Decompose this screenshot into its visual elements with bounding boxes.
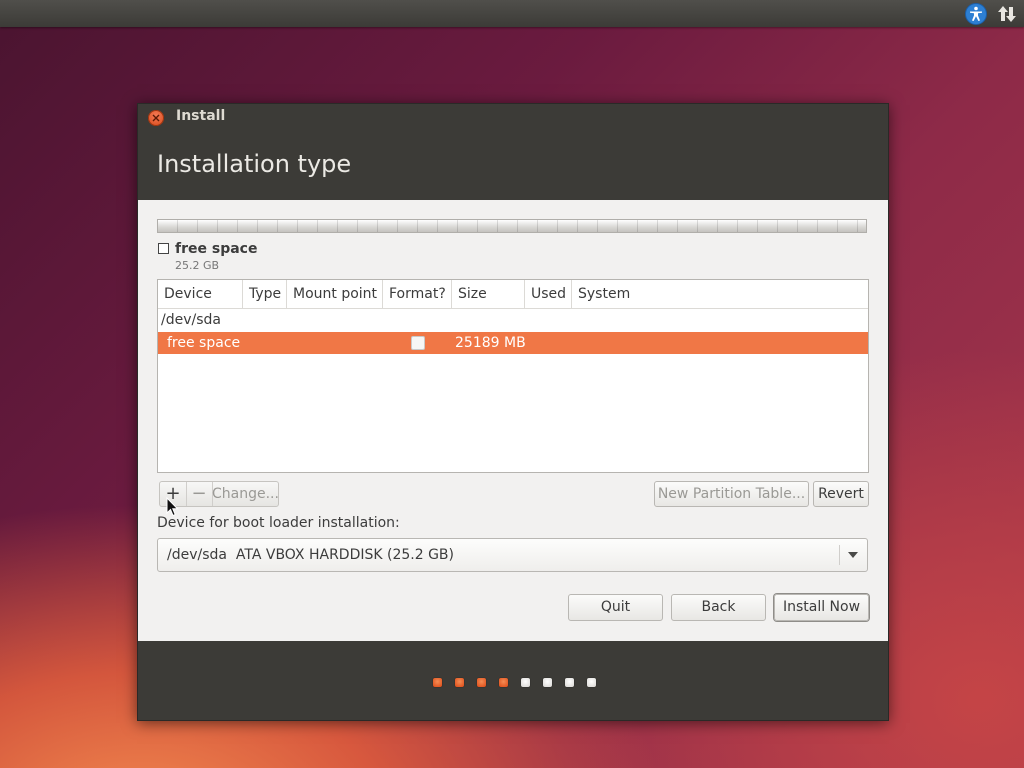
change-partition-button[interactable]: Change... [212,482,279,506]
device-name: /dev/sda [161,312,221,328]
select-divider [839,545,840,565]
progress-dot [521,678,530,687]
page-title: Installation type [157,150,352,178]
window-header: Install Installation type [138,104,888,200]
accessibility-icon[interactable] [965,3,987,25]
mouse-cursor-icon [166,497,179,517]
column-header-device[interactable]: Device [158,280,243,308]
footer [138,641,888,720]
install-now-button[interactable]: Install Now [774,594,869,621]
window-title: Install [176,108,226,124]
installer-window: Install Installation type free space 25.… [137,103,889,721]
quit-button[interactable]: Quit [568,594,663,621]
network-icon[interactable] [996,3,1018,25]
bootloader-value: /dev/sda ATA VBOX HARDDISK (25.2 GB) [167,547,454,563]
progress-dot [565,678,574,687]
partition-table: Device Type Mount point Format? Size Use… [157,279,869,473]
legend-label: free space [175,241,258,257]
row-device: free space [167,335,241,351]
bootloader-select[interactable]: /dev/sda ATA VBOX HARDDISK (25.2 GB) [157,538,868,572]
legend-size: 25.2 GB [175,259,220,272]
column-header-system[interactable]: System [572,280,868,308]
partition-bar [157,219,867,233]
column-header-mount-point[interactable]: Mount point [287,280,383,308]
back-button[interactable]: Back [671,594,766,621]
progress-dot [455,678,464,687]
progress-dot [433,678,442,687]
progress-dot [477,678,486,687]
row-size: 25189 MB [455,335,526,351]
column-header-type[interactable]: Type [243,280,287,308]
progress-dot [543,678,552,687]
legend-swatch [158,243,169,254]
table-row-selected[interactable]: free space 25189 MB [158,332,868,354]
close-button[interactable] [148,110,164,126]
bootloader-label: Device for boot loader installation: [157,515,400,531]
remove-partition-button[interactable]: − [186,482,213,506]
close-icon [152,114,160,122]
format-checkbox[interactable] [411,336,425,350]
column-header-format[interactable]: Format? [383,280,452,308]
table-row[interactable]: /dev/sda [158,308,868,332]
top-panel [0,0,1024,27]
dropdown-arrow-icon [848,552,858,558]
progress-dot [499,678,508,687]
new-partition-table-button[interactable]: New Partition Table... [654,481,809,507]
column-header-size[interactable]: Size [452,280,525,308]
table-header: Device Type Mount point Format? Size Use… [158,280,868,309]
progress-dot [587,678,596,687]
revert-button[interactable]: Revert [813,481,869,507]
column-header-used[interactable]: Used [525,280,572,308]
